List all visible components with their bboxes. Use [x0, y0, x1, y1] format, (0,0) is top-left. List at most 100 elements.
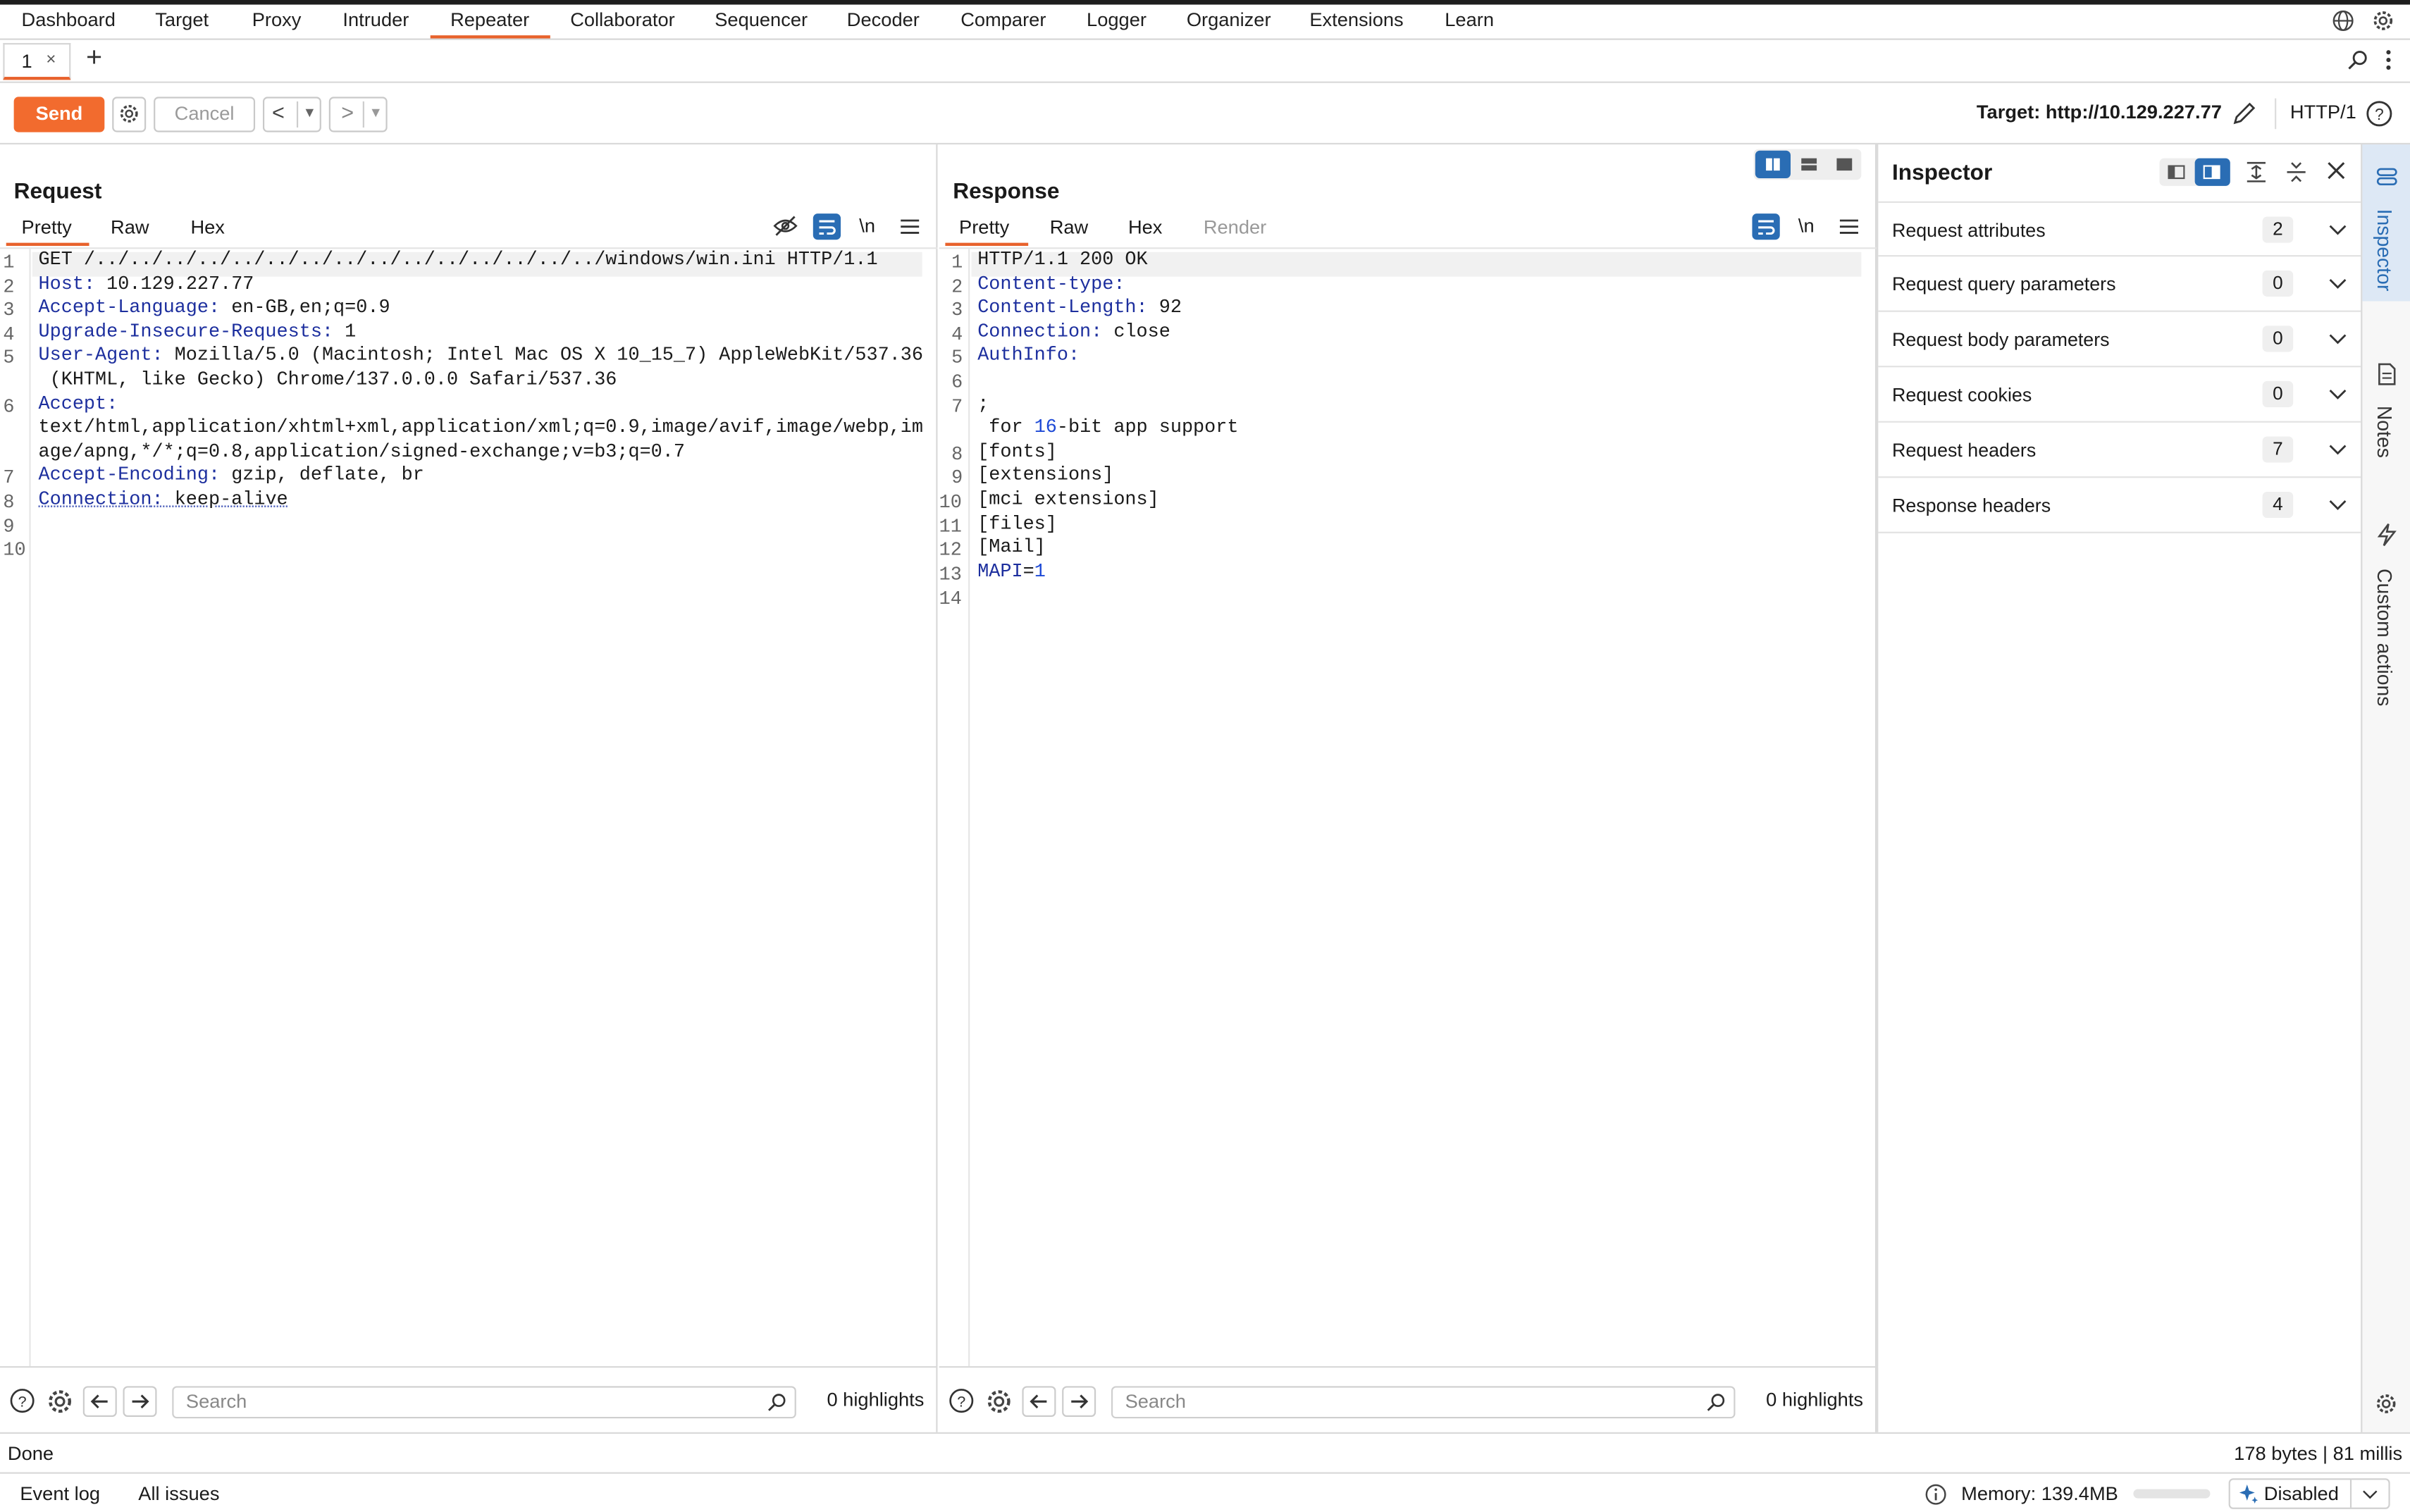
- nav-proxy[interactable]: Proxy: [252, 9, 302, 31]
- chevron-down-icon: [2327, 328, 2349, 349]
- word-wrap-toggle-icon[interactable]: [812, 213, 841, 240]
- nav-intruder[interactable]: Intruder: [342, 9, 409, 31]
- inspector-row-request-attributes[interactable]: Request attributes 2: [1878, 201, 2363, 257]
- help-icon[interactable]: ?: [2366, 100, 2393, 128]
- layout-tabs-icon[interactable]: [1827, 151, 1861, 178]
- history-back-button[interactable]: < ▼: [262, 97, 321, 132]
- inspector-row-request-headers[interactable]: Request headers 7: [1878, 423, 2363, 478]
- nav-target[interactable]: Target: [155, 9, 209, 31]
- response-tab-hex[interactable]: Hex: [1128, 217, 1162, 239]
- newline-toggle[interactable]: \n: [859, 215, 875, 237]
- request-search-input[interactable]: Search: [172, 1386, 796, 1419]
- svg-text:?: ?: [18, 1392, 27, 1410]
- nav-dashboard[interactable]: Dashboard: [22, 9, 116, 31]
- response-line: [Mail]: [977, 536, 1046, 559]
- word-wrap-toggle-icon[interactable]: [1752, 213, 1780, 240]
- response-line: [mci extensions]: [977, 488, 1159, 510]
- nav-sequencer[interactable]: Sequencer: [715, 9, 808, 31]
- row-count-badge: 0: [2262, 326, 2294, 352]
- search-settings-gear-icon[interactable]: [985, 1388, 1013, 1415]
- repeater-tab-1[interactable]: 1 ×: [3, 43, 71, 80]
- inspector-row-request-body-parameters[interactable]: Request body parameters 0: [1878, 312, 2363, 368]
- sidebar-item-inspector[interactable]: Inspector: [2362, 144, 2410, 302]
- http-version-selector[interactable]: HTTP/1: [2290, 101, 2356, 123]
- response-size-timing: 178 bytes | 81 millis: [2234, 1443, 2403, 1465]
- search-placeholder: Search: [1125, 1390, 1186, 1413]
- request-editor[interactable]: GET /../../../../../../../../../../../..…: [39, 249, 923, 512]
- nav-organizer[interactable]: Organizer: [1187, 9, 1271, 31]
- nav-repeater[interactable]: Repeater: [450, 9, 529, 31]
- nav-decoder[interactable]: Decoder: [847, 9, 920, 31]
- expand-all-icon[interactable]: [2244, 160, 2268, 185]
- inspector-row-request-cookies[interactable]: Request cookies 0: [1878, 367, 2363, 423]
- hamburger-menu-icon[interactable]: [1839, 218, 1858, 235]
- response-tab-raw[interactable]: Raw: [1050, 217, 1089, 239]
- sidebar-settings-gear-icon[interactable]: [2375, 1392, 2398, 1415]
- hide-nonprintable-eye-icon[interactable]: [773, 215, 798, 237]
- more-options-icon[interactable]: [2385, 48, 2392, 73]
- send-settings-button[interactable]: [112, 97, 147, 132]
- all-issues-link[interactable]: All issues: [138, 1483, 219, 1505]
- ai-status-dropdown[interactable]: Disabled: [2228, 1478, 2390, 1509]
- event-log-link[interactable]: Event log: [20, 1483, 100, 1505]
- add-tab-plus-icon[interactable]: +: [86, 42, 102, 74]
- response-title: Response: [953, 180, 1060, 205]
- row-count-badge: 4: [2262, 491, 2294, 519]
- close-icon[interactable]: [2325, 160, 2347, 182]
- request-tab-pretty[interactable]: Pretty: [22, 217, 72, 239]
- response-search-input[interactable]: Search: [1111, 1386, 1736, 1419]
- response-line: for 16-bit app support: [977, 416, 1239, 438]
- send-button[interactable]: Send: [13, 97, 105, 132]
- request-line: Accept-Encoding: gzip, deflate, br: [38, 464, 424, 486]
- response-line: ;: [977, 392, 989, 414]
- response-editor[interactable]: HTTP/1.1 200 OK Content-type: Content-Leng…: [977, 249, 1238, 584]
- request-tab-raw[interactable]: Raw: [111, 217, 149, 239]
- sidebar-item-notes[interactable]: Notes: [2362, 354, 2410, 492]
- layout-stacked-icon[interactable]: [1792, 151, 1826, 178]
- edit-target-pencil-icon[interactable]: [2232, 100, 2258, 126]
- next-match-arrow-icon[interactable]: [123, 1386, 157, 1417]
- help-icon[interactable]: ?: [948, 1388, 975, 1414]
- sidebar-item-custom-actions[interactable]: Custom actions: [2362, 516, 2410, 731]
- hamburger-menu-icon[interactable]: [901, 218, 920, 235]
- settings-gear-icon[interactable]: [2371, 9, 2394, 32]
- previous-match-arrow-icon[interactable]: [82, 1386, 117, 1417]
- history-forward-button[interactable]: > ▼: [328, 97, 388, 132]
- cancel-button[interactable]: Cancel: [154, 97, 256, 132]
- previous-match-arrow-icon[interactable]: [1022, 1386, 1056, 1417]
- search-settings-gear-icon[interactable]: [46, 1388, 73, 1415]
- tab-close-icon[interactable]: ×: [46, 51, 56, 69]
- newline-toggle[interactable]: \n: [1798, 215, 1815, 237]
- collapse-all-icon[interactable]: [2284, 160, 2309, 185]
- request-title: Request: [13, 180, 102, 205]
- row-label: Request attributes: [1891, 219, 2046, 242]
- response-tab-pretty[interactable]: Pretty: [959, 217, 1009, 239]
- response-line-numbers: 1 2 3 4 5 6 7 8 9 10 11 12 13 14: [939, 249, 970, 1367]
- sidebar-label: Custom actions: [2373, 569, 2397, 707]
- row-label: Response headers: [1891, 495, 2051, 516]
- search-icon: [1706, 1392, 1726, 1412]
- next-match-arrow-icon[interactable]: [1062, 1386, 1096, 1417]
- row-count-badge: 2: [2262, 216, 2294, 243]
- layout-side-by-side-icon[interactable]: [1755, 150, 1791, 179]
- nav-extensions[interactable]: Extensions: [1309, 9, 1403, 31]
- lightning-bolt-icon: [2376, 523, 2398, 547]
- row-count-badge: 7: [2262, 436, 2294, 463]
- inspector-row-response-headers[interactable]: Response headers 4: [1878, 478, 2363, 533]
- gear-icon: [118, 103, 140, 125]
- inspector-row-request-query-parameters[interactable]: Request query parameters 0: [1878, 256, 2363, 312]
- request-tab-hex[interactable]: Hex: [190, 217, 224, 239]
- globe-icon[interactable]: [2332, 9, 2355, 32]
- row-label: Request body parameters: [1891, 328, 2110, 351]
- response-tab-render[interactable]: Render: [1204, 217, 1266, 239]
- help-icon[interactable]: ?: [9, 1388, 35, 1414]
- sidebar-label: Notes: [2373, 405, 2397, 458]
- dock-right-icon[interactable]: [2194, 158, 2230, 186]
- info-icon[interactable]: [1924, 1483, 1948, 1506]
- nav-learn[interactable]: Learn: [1445, 9, 1494, 31]
- nav-collaborator[interactable]: Collaborator: [570, 9, 675, 31]
- dock-left-icon[interactable]: [2159, 159, 2193, 186]
- nav-comparer[interactable]: Comparer: [960, 9, 1046, 31]
- search-icon[interactable]: [2347, 49, 2369, 71]
- nav-logger[interactable]: Logger: [1087, 9, 1147, 31]
